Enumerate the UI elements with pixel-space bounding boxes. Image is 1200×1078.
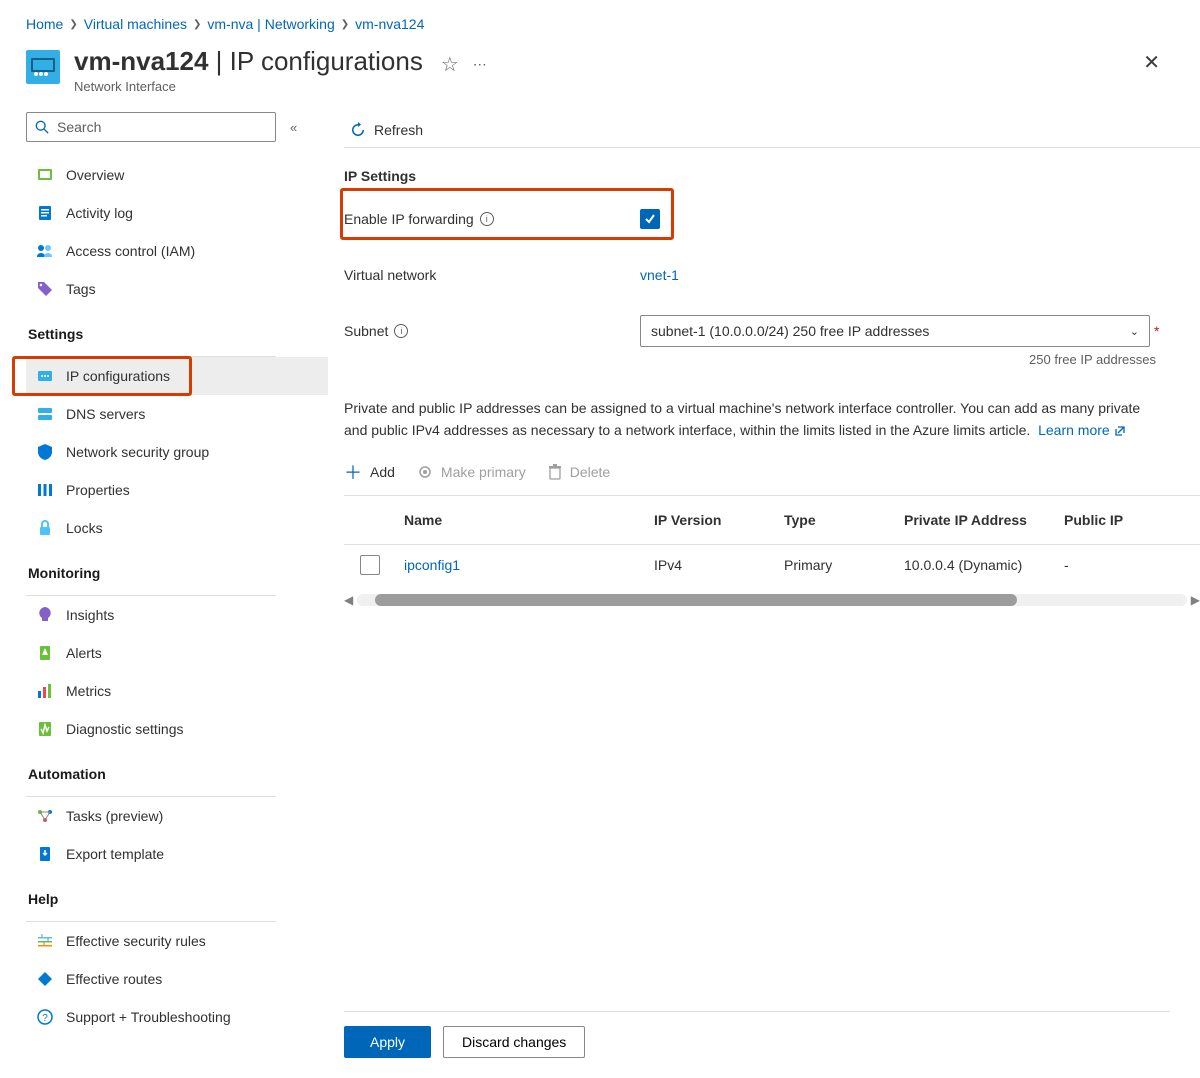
ip-description: Private and public IP addresses can be a… [344, 397, 1144, 441]
nav-activity-log[interactable]: Activity log [26, 194, 328, 232]
collapse-icon[interactable]: « [290, 120, 297, 135]
ipconfig-link[interactable]: ipconfig1 [404, 557, 460, 573]
discard-button[interactable]: Discard changes [443, 1026, 585, 1058]
nav-tasks[interactable]: Tasks (preview) [26, 797, 328, 835]
external-link-icon [1114, 425, 1126, 437]
col-pub[interactable]: Public IP [1064, 496, 1200, 545]
trash-icon [548, 464, 562, 480]
crumb-current[interactable]: vm-nva124 [355, 16, 424, 32]
nav-properties[interactable]: Properties [26, 471, 328, 509]
breadcrumb: Home❯ Virtual machines❯ vm-nva | Network… [26, 10, 1200, 46]
search-input[interactable]: Search [26, 112, 276, 142]
page-subtitle: Network Interface [74, 79, 423, 94]
nav-alerts[interactable]: Alerts [26, 634, 328, 672]
nic-icon [26, 50, 60, 84]
close-button[interactable]: ✕ [1143, 50, 1160, 75]
row-checkbox[interactable] [360, 555, 380, 575]
gear-icon [417, 464, 433, 480]
ip-config-table: Name IP Version Type Private IP Address … [344, 496, 1200, 585]
page-title: vm-nva124 | IP configurations [74, 46, 423, 77]
main-panel: Refresh IP Settings Enable IP forwarding… [328, 112, 1200, 1072]
col-priv[interactable]: Private IP Address [904, 496, 1064, 545]
crumb-networking[interactable]: vm-nva | Networking [207, 16, 334, 32]
select-subnet[interactable]: subnet-1 (10.0.0.0/24) 250 free IP addre… [640, 315, 1150, 347]
label-subnet: Subnet [344, 323, 388, 339]
nav-support[interactable]: ?Support + Troubleshooting [26, 998, 328, 1036]
nav-tags[interactable]: Tags [26, 270, 328, 308]
nav-eff-routes[interactable]: Effective routes [26, 960, 328, 998]
nav-diag[interactable]: Diagnostic settings [26, 710, 328, 748]
nav-dns-servers[interactable]: DNS servers [26, 395, 328, 433]
horizontal-scrollbar[interactable]: ◀▶ [344, 593, 1200, 607]
subnet-hint: 250 free IP addresses [344, 352, 1156, 367]
favorite-icon[interactable]: ☆ [441, 52, 459, 77]
nav-eff-sec[interactable]: Effective security rules [26, 922, 328, 960]
apply-button[interactable]: Apply [344, 1026, 431, 1058]
make-primary-button[interactable]: Make primary [417, 464, 526, 480]
info-icon[interactable]: i [394, 324, 408, 338]
required-indicator: * [1154, 323, 1159, 339]
more-icon[interactable]: ⋯ [473, 56, 488, 73]
nav-insights[interactable]: Insights [26, 596, 328, 634]
add-button[interactable]: ＋Add [344, 459, 395, 485]
nav-locks[interactable]: Locks [26, 509, 328, 547]
highlight-ipfwd [340, 188, 674, 240]
delete-button[interactable]: Delete [548, 464, 610, 480]
refresh-button[interactable]: Refresh [344, 118, 429, 142]
refresh-icon [350, 122, 366, 138]
highlight-ip-config [12, 356, 192, 396]
link-vnet[interactable]: vnet-1 [640, 267, 679, 283]
nav-overview[interactable]: Overview [26, 156, 328, 194]
svg-text:?: ? [42, 1013, 48, 1024]
group-help: Help [26, 873, 328, 915]
nav-nsg[interactable]: Network security group [26, 433, 328, 471]
group-automation: Automation [26, 748, 328, 790]
section-ip-settings: IP Settings [344, 168, 1200, 184]
sidebar: Search « Overview Activity log Access co… [26, 112, 328, 1072]
table-row[interactable]: ipconfig1 IPv4 Primary 10.0.0.4 (Dynamic… [344, 545, 1200, 586]
crumb-vms[interactable]: Virtual machines [84, 16, 187, 32]
group-settings: Settings [26, 308, 328, 350]
nav-iam[interactable]: Access control (IAM) [26, 232, 328, 270]
col-type[interactable]: Type [784, 496, 904, 545]
search-icon [35, 120, 49, 134]
group-monitoring: Monitoring [26, 547, 328, 589]
nav-export[interactable]: Export template [26, 835, 328, 873]
nav-metrics[interactable]: Metrics [26, 672, 328, 710]
learn-more-link[interactable]: Learn more [1038, 422, 1125, 438]
crumb-home[interactable]: Home [26, 16, 63, 32]
label-vnet: Virtual network [344, 267, 436, 283]
col-ipver[interactable]: IP Version [654, 496, 784, 545]
col-name[interactable]: Name [404, 496, 654, 545]
chevron-down-icon: ⌄ [1130, 325, 1139, 338]
